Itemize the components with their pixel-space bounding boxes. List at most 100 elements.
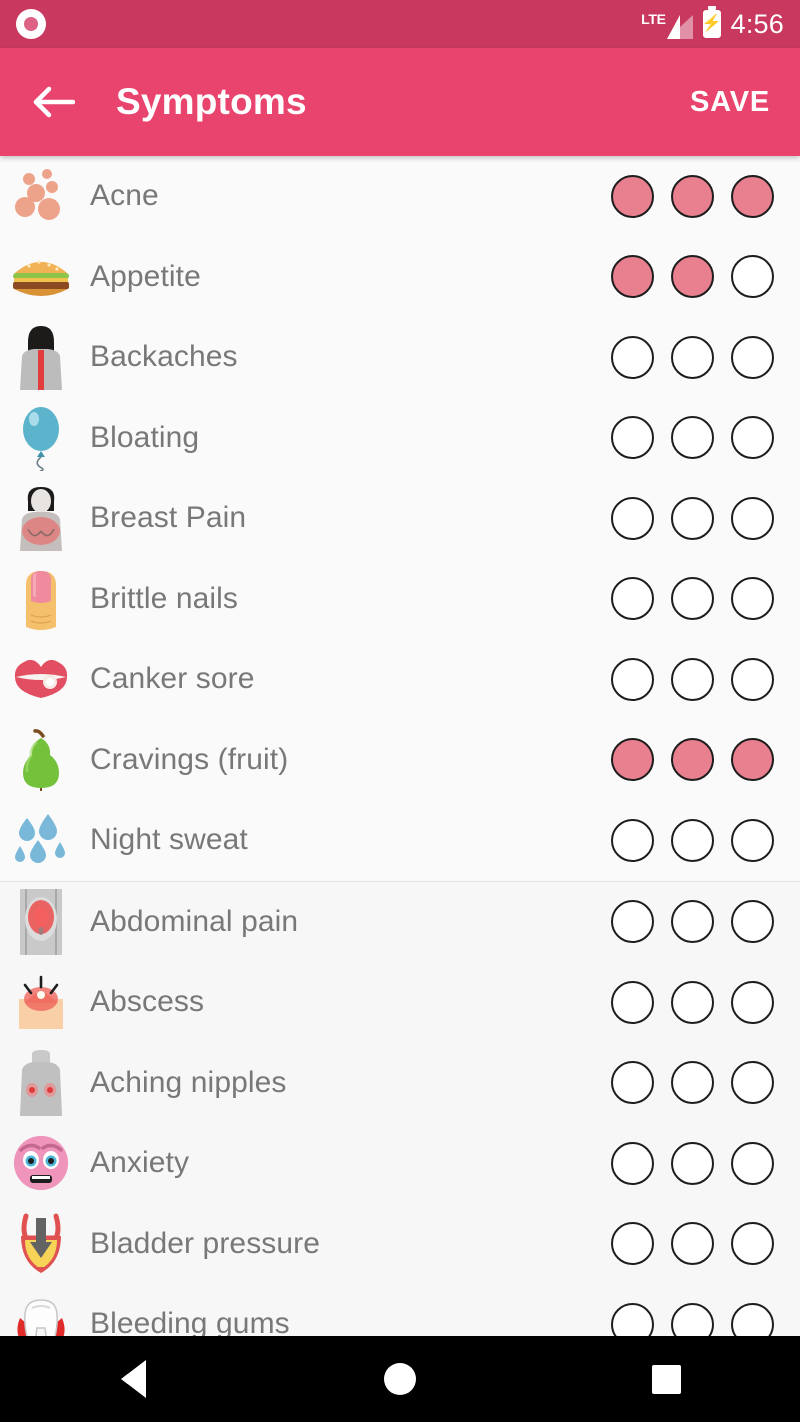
severity-dot-1[interactable] bbox=[611, 335, 654, 379]
tooth-gums-icon bbox=[10, 1288, 72, 1336]
severity-dot-2[interactable] bbox=[671, 174, 714, 218]
symptom-label: Acne bbox=[90, 179, 159, 213]
severity-dot-1[interactable] bbox=[611, 1061, 654, 1105]
severity-dot-3[interactable] bbox=[731, 900, 774, 944]
severity-dot-3[interactable] bbox=[731, 657, 774, 701]
severity-dot-3[interactable] bbox=[731, 1302, 774, 1336]
symptom-label: Abscess bbox=[90, 985, 205, 1019]
record-circle-icon bbox=[16, 9, 46, 39]
balloon-icon bbox=[10, 402, 72, 474]
back-button[interactable] bbox=[26, 74, 82, 130]
bladder-icon bbox=[10, 1208, 72, 1280]
severity-dot-3[interactable] bbox=[731, 818, 774, 862]
pear-icon bbox=[10, 724, 72, 796]
symptom-row[interactable]: Appetite bbox=[0, 237, 800, 318]
severity-selector bbox=[611, 900, 800, 944]
nav-home-circle-icon bbox=[383, 1363, 416, 1395]
hamburger-icon bbox=[10, 241, 72, 313]
severity-selector bbox=[611, 255, 800, 299]
symptom-row[interactable]: Night sweat bbox=[0, 800, 800, 881]
severity-dot-2[interactable] bbox=[671, 980, 714, 1024]
severity-dot-2[interactable] bbox=[671, 416, 714, 460]
severity-selector bbox=[611, 577, 800, 621]
severity-dot-3[interactable] bbox=[731, 416, 774, 460]
severity-dot-2[interactable] bbox=[671, 1302, 714, 1336]
symptom-row[interactable]: Backaches bbox=[0, 317, 800, 398]
symptom-row[interactable]: Brittle nails bbox=[0, 559, 800, 640]
severity-dot-3[interactable] bbox=[731, 1061, 774, 1105]
save-button[interactable]: SAVE bbox=[686, 78, 774, 127]
severity-dot-3[interactable] bbox=[731, 738, 774, 782]
severity-dot-1[interactable] bbox=[611, 980, 654, 1024]
severity-dot-3[interactable] bbox=[731, 1222, 774, 1266]
sweat-droplets-icon bbox=[10, 804, 72, 876]
network-label: LTE bbox=[641, 11, 666, 27]
breast-pain-icon bbox=[10, 482, 72, 554]
arrow-left-icon bbox=[33, 86, 75, 118]
severity-selector bbox=[611, 335, 800, 379]
symptom-row[interactable]: Bladder pressure bbox=[0, 1204, 800, 1285]
severity-dot-1[interactable] bbox=[611, 818, 654, 862]
nav-back-button[interactable] bbox=[73, 1336, 193, 1422]
severity-dot-2[interactable] bbox=[671, 900, 714, 944]
severity-dot-2[interactable] bbox=[671, 255, 714, 299]
severity-dot-3[interactable] bbox=[731, 980, 774, 1024]
severity-dot-3[interactable] bbox=[731, 577, 774, 621]
nav-home-button[interactable] bbox=[340, 1336, 460, 1422]
page-title: Symptoms bbox=[116, 81, 307, 122]
symptom-row[interactable]: Bloating bbox=[0, 398, 800, 479]
severity-dot-2[interactable] bbox=[671, 1141, 714, 1185]
severity-selector bbox=[611, 818, 800, 862]
fingernail-icon bbox=[10, 563, 72, 635]
severity-dot-3[interactable] bbox=[731, 174, 774, 218]
symptom-row[interactable]: Abscess bbox=[0, 962, 800, 1043]
symptom-row[interactable]: Anxiety bbox=[0, 1123, 800, 1204]
severity-dot-2[interactable] bbox=[671, 577, 714, 621]
nav-recents-button[interactable] bbox=[607, 1336, 727, 1422]
severity-selector bbox=[611, 738, 800, 782]
severity-selector bbox=[611, 496, 800, 540]
abscess-icon bbox=[10, 966, 72, 1038]
severity-dot-3[interactable] bbox=[731, 1141, 774, 1185]
severity-dot-1[interactable] bbox=[611, 174, 654, 218]
nav-back-triangle-icon bbox=[120, 1360, 146, 1398]
symptom-label: Backaches bbox=[90, 340, 238, 374]
symptom-row[interactable]: Abdominal pain bbox=[0, 882, 800, 963]
severity-dot-2[interactable] bbox=[671, 1222, 714, 1266]
severity-dot-1[interactable] bbox=[611, 1222, 654, 1266]
lips-sore-icon bbox=[10, 643, 72, 715]
severity-dot-2[interactable] bbox=[671, 738, 714, 782]
severity-dot-2[interactable] bbox=[671, 1061, 714, 1105]
severity-dot-2[interactable] bbox=[671, 335, 714, 379]
severity-dot-3[interactable] bbox=[731, 335, 774, 379]
back-spine-icon bbox=[10, 321, 72, 393]
severity-dot-3[interactable] bbox=[731, 496, 774, 540]
severity-selector bbox=[611, 980, 800, 1024]
severity-dot-1[interactable] bbox=[611, 496, 654, 540]
severity-dot-1[interactable] bbox=[611, 900, 654, 944]
symptom-row[interactable]: Acne bbox=[0, 156, 800, 237]
severity-dot-1[interactable] bbox=[611, 1141, 654, 1185]
section-all-symptoms: Abdominal pain Abscess Aching nipples An… bbox=[0, 880, 800, 1336]
symptom-label: Anxiety bbox=[90, 1146, 190, 1180]
symptom-row[interactable]: Aching nipples bbox=[0, 1043, 800, 1124]
severity-dot-1[interactable] bbox=[611, 1302, 654, 1336]
severity-dot-2[interactable] bbox=[671, 657, 714, 701]
nav-recents-square-icon bbox=[652, 1364, 682, 1394]
severity-dot-1[interactable] bbox=[611, 657, 654, 701]
severity-dot-1[interactable] bbox=[611, 416, 654, 460]
symptom-row[interactable]: Breast Pain bbox=[0, 478, 800, 559]
symptom-label: Breast Pain bbox=[90, 501, 247, 535]
symptom-list[interactable]: Acne Appetite Backaches Bloating Breast … bbox=[0, 156, 800, 1336]
severity-dot-2[interactable] bbox=[671, 496, 714, 540]
severity-dot-1[interactable] bbox=[611, 255, 654, 299]
severity-dot-2[interactable] bbox=[671, 818, 714, 862]
symptom-row[interactable]: Canker sore bbox=[0, 639, 800, 720]
abdominal-pain-icon bbox=[10, 886, 72, 958]
severity-dot-1[interactable] bbox=[611, 577, 654, 621]
severity-selector bbox=[611, 1141, 800, 1185]
severity-dot-3[interactable] bbox=[731, 255, 774, 299]
symptom-row[interactable]: Bleeding gums bbox=[0, 1284, 800, 1336]
symptom-row[interactable]: Cravings (fruit) bbox=[0, 720, 800, 801]
severity-dot-1[interactable] bbox=[611, 738, 654, 782]
